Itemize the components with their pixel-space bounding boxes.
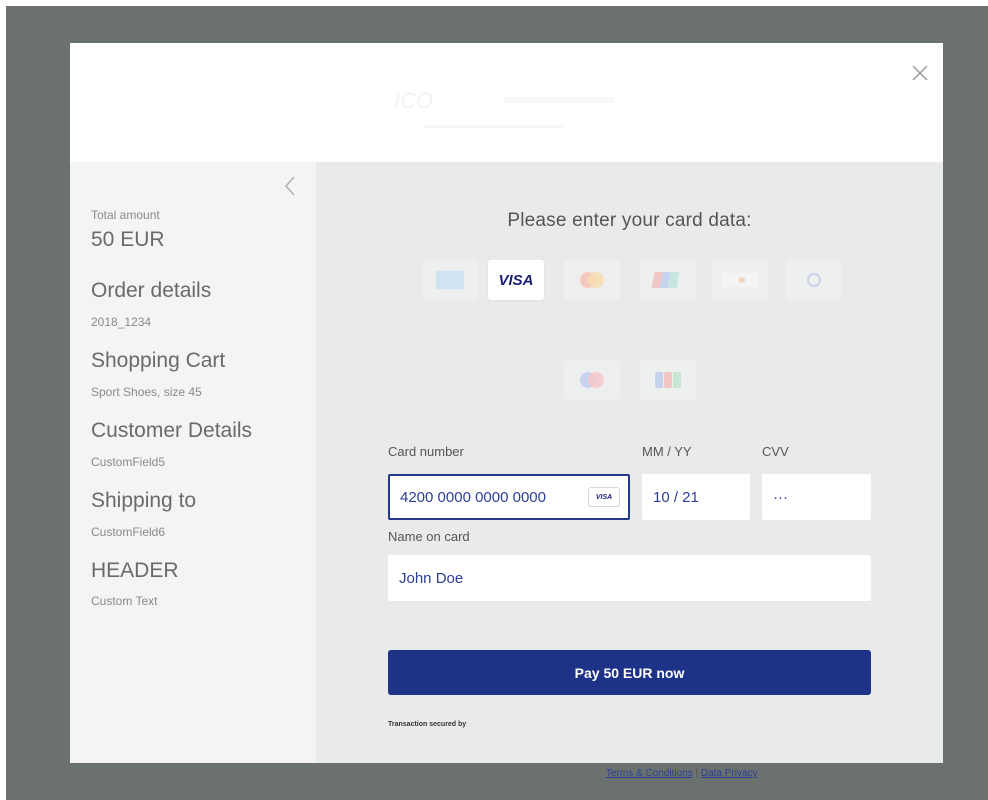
diners-icon [807,273,821,287]
order-summary-sidebar: Total amount 50 EUR Order details 2018_1… [70,162,316,763]
card-type-badge: VISA [588,487,620,507]
modal-header: ICO [70,43,943,162]
card-form-panel: Please enter your card data: VISA Card n… [316,162,943,779]
unionpay-icon [652,272,680,288]
total-amount-label: Total amount [91,208,160,222]
data-privacy-link[interactable]: Data Privacy [701,768,758,779]
brand-discover[interactable] [712,260,768,300]
jcb-icon [655,372,681,388]
expiry-input[interactable] [653,488,749,506]
custom-header-title: HEADER [91,559,179,582]
name-on-card-field[interactable] [388,555,871,601]
brand-visa[interactable]: VISA [488,260,544,300]
brand-amex[interactable] [422,260,478,300]
secured-by-text: Transaction secured by [388,721,467,728]
name-on-card-input[interactable] [399,569,870,587]
order-details-title: Order details [91,279,212,302]
cvv-field[interactable] [762,474,871,520]
cvv-label: CVV [762,444,789,459]
name-on-card-label: Name on card [388,529,470,544]
link-separator: | [692,768,701,779]
expiry-label: MM / YY [642,444,692,459]
brand-maestro[interactable] [564,360,620,400]
footer-links: Terms & Conditions | Data Privacy [606,768,758,779]
chevron-left-icon [284,176,295,196]
total-amount-value: 50 EUR [91,228,165,251]
shopping-cart-value: Sport Shoes, size 45 [91,385,202,399]
pay-button[interactable]: Pay 50 EUR now [388,650,871,695]
payment-modal: ICO Total amount 50 EUR Order details 20… [70,43,943,779]
amex-icon [436,271,464,289]
shipping-title: Shipping to [91,489,197,512]
maestro-icon [580,372,604,388]
cvv-input[interactable] [773,488,870,506]
terms-link[interactable]: Terms & Conditions [606,768,693,779]
svg-text:ICO: ICO [394,88,433,113]
brand-mastercard[interactable] [564,260,620,300]
custom-header-value: Custom Text [91,594,158,608]
brand-jcb[interactable] [640,360,696,400]
close-button[interactable] [906,59,934,87]
form-title: Please enter your card data: [507,210,752,231]
expiry-field[interactable] [642,474,750,520]
brand-diners[interactable] [786,260,842,300]
brand-unionpay[interactable] [640,260,696,300]
close-icon [912,65,928,81]
customer-details-title: Customer Details [91,419,253,442]
order-details-value: 2018_1234 [91,315,152,329]
shipping-value: CustomField6 [91,525,166,539]
back-button[interactable] [282,174,300,198]
card-number-label: Card number [388,444,464,459]
discover-icon [722,273,758,287]
mastercard-icon [580,272,604,288]
merchant-logo: ICO [394,88,614,128]
customer-details-value: CustomField5 [91,455,166,469]
shopping-cart-title: Shopping Cart [91,349,226,372]
visa-icon: VISA [498,271,534,289]
card-number-field[interactable]: VISA [388,474,630,520]
